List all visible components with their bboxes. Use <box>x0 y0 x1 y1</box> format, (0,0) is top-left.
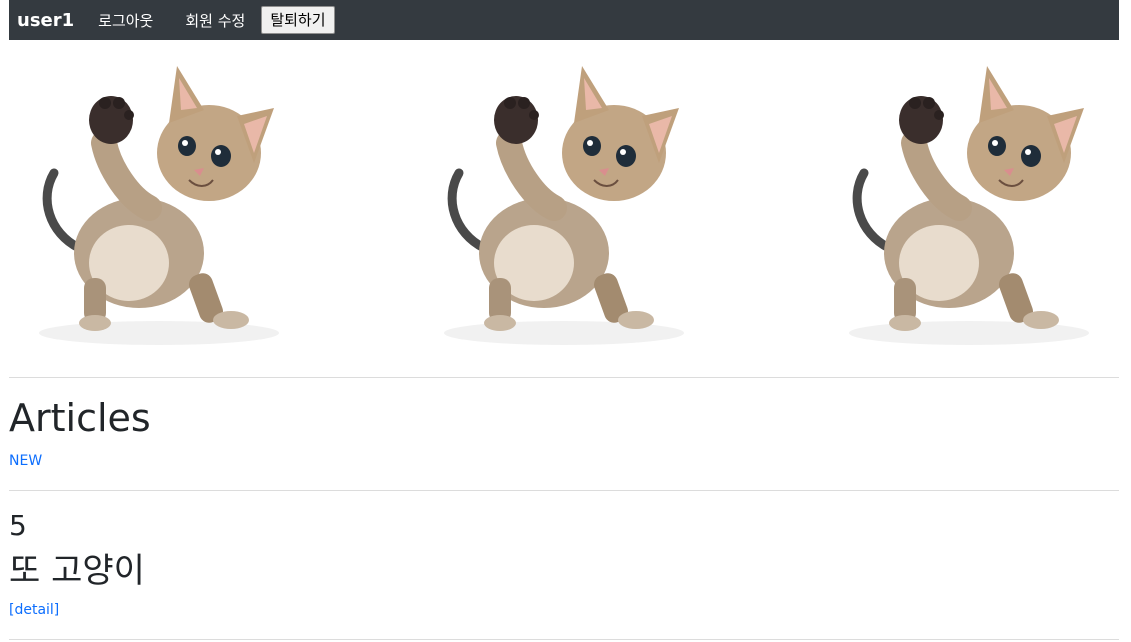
new-article-link[interactable]: NEW <box>9 453 42 469</box>
divider <box>9 490 1119 491</box>
articles-heading: Articles <box>9 396 151 440</box>
kitten-image <box>9 48 309 364</box>
article-detail-link[interactable]: [detail] <box>9 602 59 618</box>
page: user1 로그아웃 회원 수정 탈퇴하기 Articles NEW 5 또 고… <box>0 0 1131 642</box>
article-title: 또 고양이 <box>9 551 145 591</box>
navbar-brand-username[interactable]: user1 <box>17 10 74 31</box>
kitten-image <box>819 48 1119 364</box>
kitten-picture <box>39 66 279 345</box>
divider <box>9 639 1119 640</box>
kitten-image-gallery <box>9 48 1119 364</box>
divider <box>9 377 1119 378</box>
article-id: 5 <box>9 509 27 542</box>
edit-profile-link[interactable]: 회원 수정 <box>185 10 245 31</box>
top-navbar: user1 로그아웃 회원 수정 탈퇴하기 <box>9 0 1119 40</box>
kitten-picture <box>849 66 1089 345</box>
logout-link[interactable]: 로그아웃 <box>98 10 153 31</box>
withdraw-button[interactable]: 탈퇴하기 <box>261 6 335 34</box>
kitten-image <box>414 48 714 364</box>
kitten-picture <box>444 66 684 345</box>
